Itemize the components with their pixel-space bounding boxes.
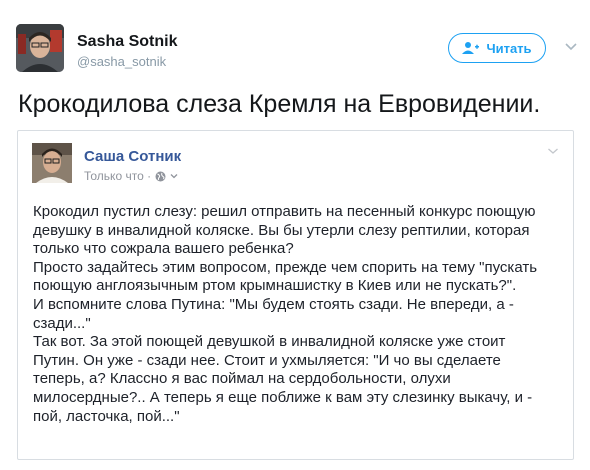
post-line: милосердные?.. А теперь я еще поближе к … — [33, 388, 533, 406]
post-line: Путин. Он уже - сзади нее. Стоит и ухмыл… — [33, 351, 501, 369]
tweet-header: Sasha Sotnik @sasha_sotnik Читать — [0, 0, 590, 80]
quoted-author-name[interactable]: Саша Сотник — [84, 148, 181, 165]
quoted-post-time[interactable]: Только что · — [84, 169, 151, 183]
post-line: И вспомните слова Путина: "Мы будем стоя… — [33, 295, 514, 313]
post-line: теперь, а? Классно я вас поймал на сердо… — [33, 370, 451, 388]
chevron-down-icon[interactable] — [564, 40, 578, 54]
avatar[interactable] — [16, 24, 64, 72]
post-line: сзади..." — [33, 314, 91, 332]
post-line: пой, ласточка, пой..." — [33, 407, 180, 425]
post-line: только что сожрала вашего ребенка? — [33, 240, 294, 258]
post-line: Крокодил пустил слезу: решил отправить н… — [33, 203, 536, 220]
quoted-avatar-photo — [32, 143, 72, 183]
author-handle[interactable]: @sasha_sotnik — [77, 54, 166, 69]
quoted-post-meta: Только что · — [84, 169, 178, 183]
follow-button[interactable]: Читать — [448, 33, 546, 63]
avatar-photo — [16, 24, 64, 72]
privacy-dropdown-icon[interactable] — [170, 172, 178, 180]
post-line: Так вот. За этой поющей девушкой в инвал… — [33, 333, 506, 351]
add-user-icon — [462, 42, 480, 54]
quoted-post-body: Крокодил пустил слезу: решил отправить н… — [33, 203, 563, 426]
post-line: поющую англоязычным ртом крымнашистку в … — [33, 277, 517, 295]
tweet-text: Крокодилова слеза Кремля на Евровидении. — [18, 90, 541, 118]
globe-icon — [155, 171, 166, 181]
post-line: Просто задайтесь этим вопросом, прежде ч… — [33, 258, 538, 276]
quoted-post-card[interactable]: Саша Сотник Только что · Крокодил пустил… — [17, 130, 574, 460]
post-line: девушку в инвалидной коляске. Вы бы утер… — [33, 221, 530, 239]
quoted-author-avatar[interactable] — [32, 143, 72, 183]
post-options-chevron-icon[interactable] — [547, 145, 559, 157]
author-name[interactable]: Sasha Sotnik — [77, 33, 177, 51]
follow-button-label: Читать — [486, 40, 532, 56]
